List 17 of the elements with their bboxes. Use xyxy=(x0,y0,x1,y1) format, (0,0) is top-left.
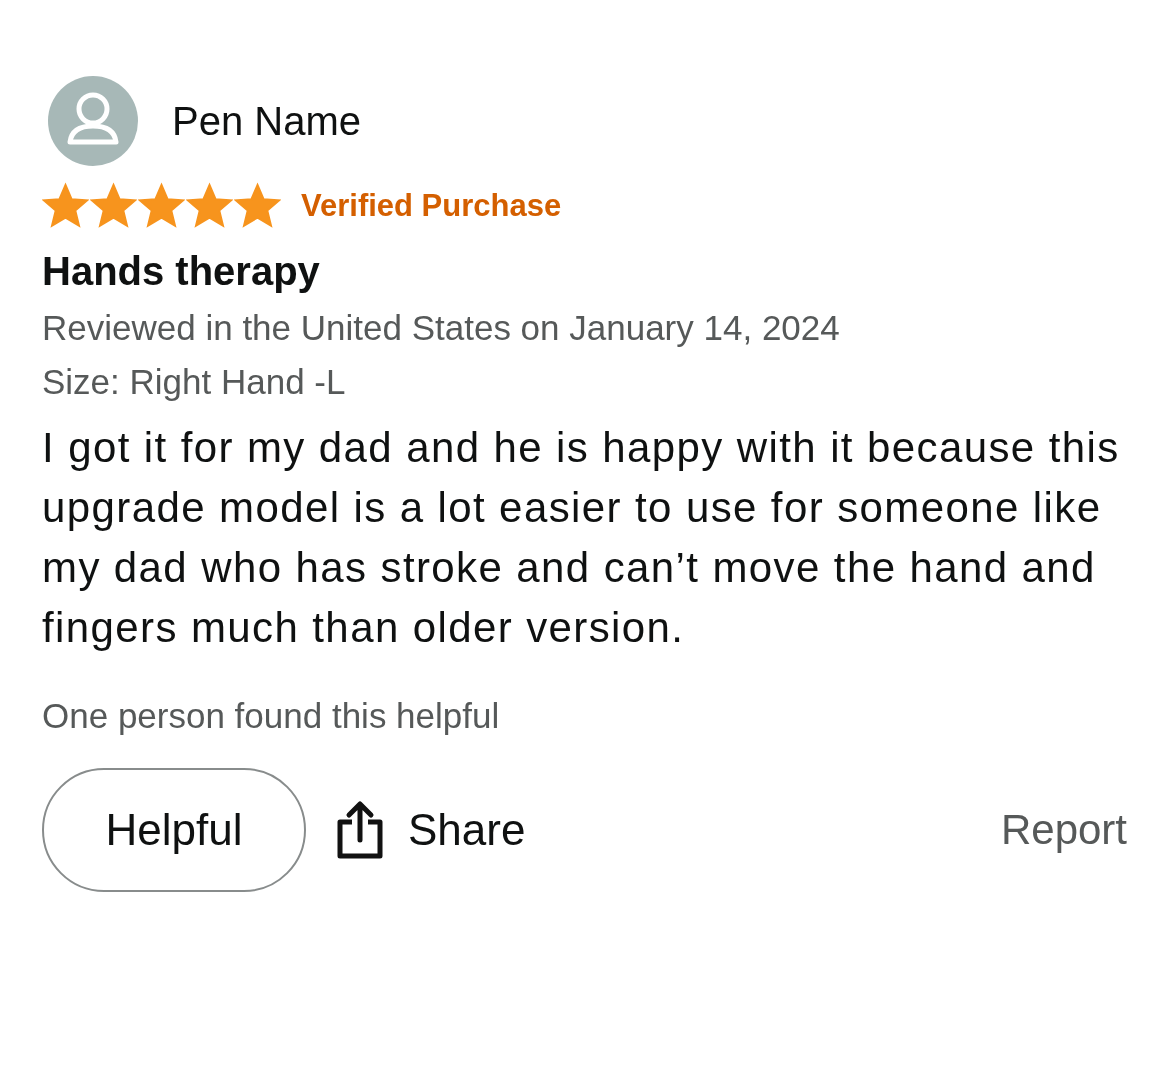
share-button[interactable]: Share xyxy=(336,800,526,860)
review-meta: Reviewed in the United States on January 14, 2024 xyxy=(42,308,841,348)
review-text: I got it for my dad and he is happy with it because this upgrade model is a lot easier to use for someone like my dad who has stroke and can’t move the hand and fingers much than older version. xyxy=(42,423,1121,653)
review-title: Hands therapy xyxy=(42,249,321,294)
star-icon xyxy=(186,182,233,229)
helpful-count: One person found this helpful xyxy=(42,696,501,736)
avatar-icon xyxy=(48,76,138,166)
star-icon xyxy=(234,182,281,229)
star-icon xyxy=(138,182,185,229)
helpful-button[interactable]: Helpful xyxy=(42,768,306,892)
star-icon xyxy=(90,182,137,229)
share-icon xyxy=(336,800,384,860)
star-icon xyxy=(42,182,89,229)
verified-purchase-label: Verified Purchase xyxy=(301,187,562,224)
reviewer-name: Pen Name xyxy=(172,98,361,144)
report-link[interactable]: Report xyxy=(1000,806,1127,854)
review-meta: Size: Right Hand -L xyxy=(42,362,347,402)
